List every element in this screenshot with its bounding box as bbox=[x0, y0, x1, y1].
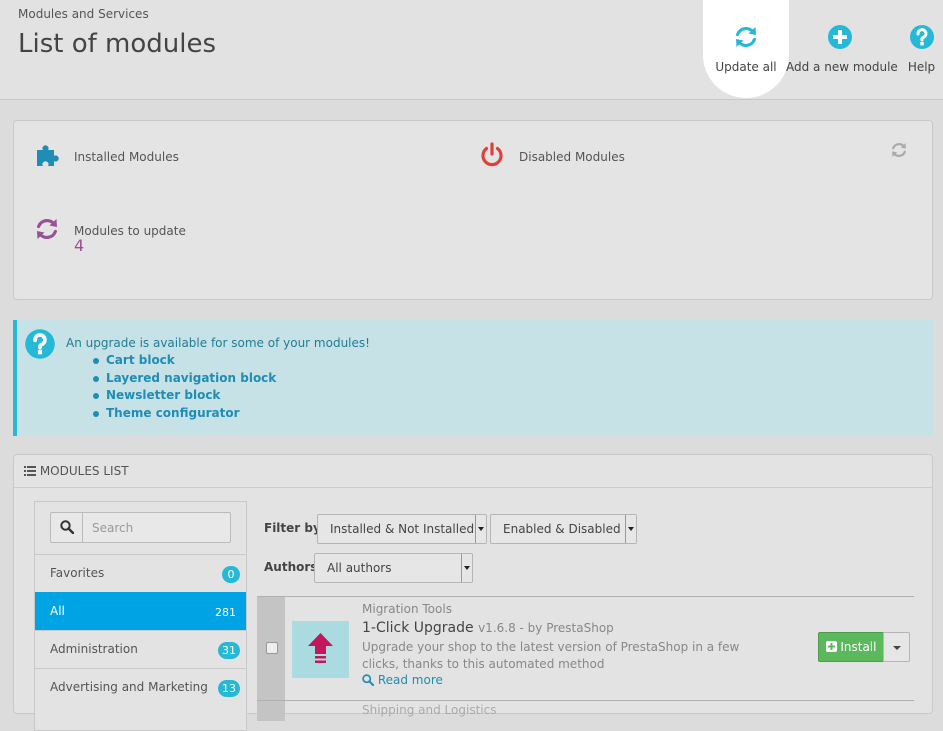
kpi-to-update-value: 4 bbox=[74, 236, 85, 255]
install-options-dropdown[interactable] bbox=[883, 632, 910, 662]
module-category: Shipping and Logistics bbox=[362, 703, 497, 717]
category-count-badge: 0 bbox=[222, 566, 240, 583]
plus-circle-icon bbox=[828, 25, 852, 49]
category-favorites[interactable]: Favorites 0 bbox=[35, 554, 246, 592]
divider bbox=[14, 487, 932, 488]
authors-label: Authors bbox=[264, 560, 318, 574]
search-input[interactable] bbox=[84, 513, 230, 542]
read-more-label: Read more bbox=[377, 673, 443, 687]
category-all[interactable]: All 281 bbox=[35, 592, 246, 630]
refresh-icon bbox=[892, 143, 906, 157]
list-icon bbox=[24, 466, 36, 476]
category-count-badge: 31 bbox=[218, 642, 240, 659]
question-circle-icon bbox=[909, 25, 934, 49]
filter-by-label: Filter by bbox=[264, 521, 321, 535]
category-label: Favorites bbox=[50, 566, 105, 580]
module-version-author: v1.6.8 - by PrestaShop bbox=[478, 621, 614, 635]
chevron-down-icon bbox=[461, 554, 472, 582]
alert-module-list: Cart block Layered navigation block News… bbox=[90, 352, 276, 422]
module-description: Upgrade your shop to the latest version … bbox=[362, 640, 740, 671]
kpi-to-update-label: Modules to update bbox=[74, 224, 186, 238]
refresh-icon bbox=[736, 27, 756, 47]
breadcrumb[interactable]: Modules and Services bbox=[18, 7, 149, 21]
module-category: Migration Tools bbox=[362, 602, 452, 616]
enabled-status-select[interactable]: Enabled & Disabled bbox=[490, 514, 637, 544]
category-count-badge: 13 bbox=[218, 680, 240, 697]
category-label: All bbox=[50, 604, 65, 618]
install-status-select[interactable]: Installed & Not Installed bbox=[317, 514, 487, 544]
refresh-icon bbox=[37, 219, 57, 239]
page-header: Modules and Services List of modules Upd… bbox=[0, 0, 943, 100]
install-label: Install bbox=[840, 640, 877, 654]
category-advertising-marketing[interactable]: Advertising and Marketing 13 bbox=[35, 668, 246, 706]
module-select-column bbox=[257, 597, 285, 701]
enabled-status-value: Enabled & Disabled bbox=[503, 522, 621, 536]
category-administration[interactable]: Administration 31 bbox=[35, 630, 246, 668]
kpi-panel: Installed Modules Disabled Modules Modul… bbox=[13, 120, 933, 300]
module-name: 1-Click Upgrade bbox=[362, 620, 474, 636]
search-box bbox=[50, 512, 231, 543]
module-row: Migration Tools 1-Click Upgrade v1.6.8 -… bbox=[257, 596, 914, 701]
module-select-column bbox=[257, 701, 285, 721]
category-label: Administration bbox=[50, 642, 138, 656]
category-sidebar: Favorites 0 All 281 Administration 31 Ad… bbox=[34, 501, 247, 731]
question-circle-icon bbox=[25, 329, 55, 359]
search-button[interactable] bbox=[51, 513, 83, 542]
chevron-down-icon bbox=[475, 515, 486, 543]
page-title: List of modules bbox=[18, 29, 217, 59]
authors-value: All authors bbox=[327, 561, 392, 575]
alert-module-link[interactable]: Newsletter block bbox=[90, 387, 276, 405]
read-more-link[interactable]: Read more bbox=[362, 673, 443, 687]
alert-message: An upgrade is available for some of your… bbox=[66, 336, 370, 350]
install-button[interactable]: Install bbox=[818, 632, 884, 662]
power-icon bbox=[481, 142, 503, 167]
authors-select[interactable]: All authors bbox=[314, 553, 473, 583]
modules-list-heading: MODULES LIST bbox=[24, 464, 129, 478]
search-icon bbox=[60, 520, 74, 534]
install-status-value: Installed & Not Installed bbox=[330, 522, 475, 536]
update-all-label: Update all bbox=[715, 60, 777, 74]
puzzle-icon bbox=[37, 145, 59, 166]
module-row: Shipping and Logistics bbox=[257, 700, 914, 721]
kpi-refresh-button[interactable] bbox=[890, 141, 908, 163]
upgrade-arrow-icon bbox=[308, 633, 333, 663]
alert-module-link[interactable]: Layered navigation block bbox=[90, 370, 276, 388]
category-count-badge: 281 bbox=[215, 606, 236, 619]
category-label: Advertising and Marketing bbox=[50, 680, 208, 694]
alert-module-link[interactable]: Theme configurator bbox=[90, 405, 276, 423]
modules-list-title: MODULES LIST bbox=[39, 464, 129, 478]
module-logo bbox=[292, 621, 349, 678]
modules-list-panel: MODULES LIST Favorites 0 All 281 Adminis… bbox=[13, 454, 933, 731]
plus-square-icon bbox=[825, 641, 837, 652]
add-module-label: Add a new module bbox=[786, 60, 898, 74]
module-title: 1-Click Upgrade v1.6.8 - by PrestaShop bbox=[362, 620, 614, 636]
alert-module-link[interactable]: Cart block bbox=[90, 352, 276, 370]
help-label: Help bbox=[907, 60, 936, 74]
search-icon bbox=[362, 674, 375, 687]
chevron-down-icon bbox=[625, 515, 636, 543]
module-checkbox[interactable] bbox=[266, 642, 278, 654]
kpi-installed-label: Installed Modules bbox=[74, 150, 179, 164]
upgrade-alert: An upgrade is available for some of your… bbox=[13, 320, 933, 436]
kpi-disabled-label: Disabled Modules bbox=[519, 150, 625, 164]
